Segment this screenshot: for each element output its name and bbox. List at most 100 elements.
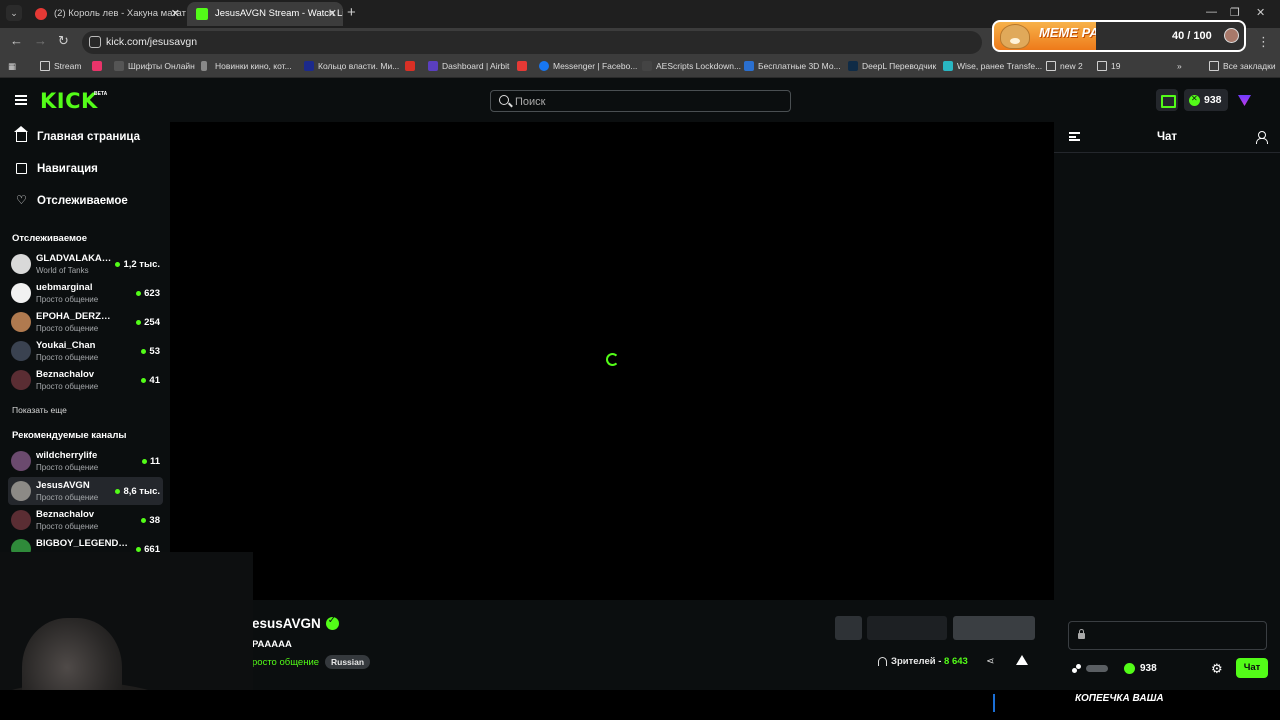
user-badge-icon[interactable]	[1238, 95, 1251, 106]
language-tag[interactable]: Russian	[325, 655, 371, 669]
back-arrow-icon[interactable]: ←	[10, 33, 23, 48]
channel-item[interactable]: wildcherrylife Просто общение 11	[8, 447, 163, 475]
streamer-name-text: esusAVGN	[252, 616, 321, 631]
placeholder-button[interactable]	[835, 616, 862, 640]
channel-item[interactable]: GLADVALAKASPWNZ World of Tanks 1,2 тыс.	[8, 250, 163, 278]
stream-category-link[interactable]: росто общение	[252, 657, 319, 668]
meme-party-widget[interactable]: MEME PARTY 40 / 100	[992, 20, 1246, 52]
avatar	[11, 341, 31, 361]
reload-icon[interactable]: ↻	[58, 33, 69, 49]
apps-grid-icon[interactable]: ▦	[8, 61, 16, 72]
bookmark-label: DeepL Переводчик	[862, 61, 937, 71]
bookmark-aescripts[interactable]: AEScripts Lockdown...	[642, 61, 741, 71]
avatar	[11, 510, 31, 530]
bookmark-icon-only[interactable]	[92, 61, 102, 73]
bookmark-favicon-icon	[848, 61, 858, 71]
bookmark-messenger[interactable]: Messenger | Facebo...	[539, 61, 637, 71]
placeholder-button[interactable]	[867, 616, 947, 640]
gear-icon[interactable]: ⚙	[1211, 661, 1223, 677]
bookmark-folder-19[interactable]: 19	[1097, 61, 1120, 71]
gmail-icon	[405, 61, 415, 71]
follow-button[interactable]	[953, 616, 1035, 640]
bookmark-3d-models[interactable]: Бесплатные 3D Мо...	[744, 61, 841, 71]
channel-name: JesusAVGN	[36, 480, 90, 491]
kick-logo[interactable]: KICK	[40, 89, 98, 113]
bookmark-stream[interactable]: Stream	[40, 61, 81, 71]
menu-icon[interactable]	[15, 95, 27, 105]
close-tab-icon[interactable]: ✕	[328, 2, 337, 26]
sidebar-item-following[interactable]: ♡ Отслеживаемое	[16, 191, 128, 211]
kicks-balance-button[interactable]: 938	[1184, 89, 1228, 111]
overlay-line	[993, 694, 995, 712]
close-window-icon[interactable]: ✕	[1256, 6, 1265, 19]
emote-icon[interactable]	[1072, 664, 1082, 674]
viewer-count: 254	[136, 317, 160, 328]
restore-icon[interactable]: ❐	[1230, 6, 1240, 19]
subscriptions-icon[interactable]	[1156, 89, 1178, 111]
channel-item[interactable]: Beznachalov Просто общение 41	[8, 366, 163, 394]
bookmark-youtube[interactable]	[517, 61, 527, 73]
channel-name: BIGBOY_LEGENDAA	[36, 538, 132, 549]
avatar	[11, 283, 31, 303]
report-icon[interactable]	[1016, 655, 1028, 665]
channel-name: Beznachalov	[36, 509, 95, 520]
bookmark-rings-of-power[interactable]: Кольцо власти. Ми...	[304, 61, 399, 71]
bookmark-deepl[interactable]: DeepL Переводчик	[848, 61, 936, 71]
bookmarks-overflow-icon[interactable]: »	[1177, 61, 1182, 71]
viewers-label: Зрителей -	[891, 656, 942, 667]
channel-item[interactable]: Youkai_Chan Просто общение 53	[8, 337, 163, 365]
share-icon[interactable]: ⋖	[986, 656, 994, 667]
video-player[interactable]	[170, 122, 1054, 600]
address-bar[interactable]: kick.com/jesusavgn	[82, 31, 982, 54]
minimize-icon[interactable]: —	[1206, 6, 1217, 18]
facebook-icon	[539, 61, 549, 71]
chat-input[interactable]	[1091, 628, 1261, 644]
bookmark-label: Wise, ранее Transfe...	[957, 61, 1043, 71]
close-tab-icon[interactable]: ✕	[171, 2, 180, 26]
forward-arrow-icon[interactable]: →	[34, 33, 47, 48]
search-input[interactable]	[515, 94, 775, 109]
bookmark-movies[interactable]: Новинки кино, кот...	[201, 61, 292, 71]
all-bookmarks[interactable]: Все закладки	[1209, 61, 1276, 71]
chat-kicks-balance[interactable]: 938	[1124, 663, 1157, 674]
channel-category: Просто общение	[36, 295, 99, 304]
browser-tab-kick[interactable]: JesusAVGN Stream - Watch Live ✕	[187, 2, 343, 26]
tab-search-icon[interactable]: ⌄	[6, 5, 22, 21]
folder-icon	[1097, 61, 1107, 71]
browser-menu-icon[interactable]: ⋮	[1257, 34, 1270, 50]
channel-item[interactable]: uebmarginal Просто общение 623	[8, 279, 163, 307]
bookmark-airbit[interactable]: Dashboard | Airbit	[428, 61, 509, 71]
bookmark-wise[interactable]: Wise, ранее Transfe...	[943, 61, 1042, 71]
channel-item[interactable]: Beznachalov Просто общение 38	[8, 506, 163, 534]
beta-badge: BETA	[94, 91, 108, 97]
chat-users-icon[interactable]	[1256, 131, 1268, 144]
bookmark-label: 19	[1111, 61, 1121, 71]
bookmark-folder-new2[interactable]: new 2	[1046, 61, 1083, 71]
viewer-count: 41	[141, 375, 160, 386]
viewer-count: 8,6 тыс.	[115, 486, 160, 497]
show-more-link[interactable]: Показать еще	[12, 405, 67, 415]
sidebar-item-browse[interactable]: Навигация	[16, 159, 98, 179]
channel-item[interactable]: EPOHA_DERZKIH Просто общение 254	[8, 308, 163, 336]
bookmark-favicon-icon	[92, 61, 102, 71]
doge-icon	[1000, 24, 1030, 49]
bookmark-fonts[interactable]: Шрифты Онлайн	[114, 61, 195, 71]
viewer-count: 11	[141, 456, 160, 467]
sidebar-item-home[interactable]: Главная страница	[14, 126, 140, 147]
bookmark-label: Шрифты Онлайн	[128, 61, 195, 71]
search-box[interactable]	[490, 90, 791, 112]
search-icon	[499, 95, 509, 105]
bookmark-gmail[interactable]	[405, 61, 415, 73]
browser-tab-youtube[interactable]: (2) Король лев - Хакуна матата ✕	[26, 2, 186, 26]
chat-input-box[interactable]	[1068, 621, 1267, 650]
streamer-name[interactable]: esusAVGN	[252, 615, 339, 631]
heart-icon: ♡	[16, 193, 27, 207]
bookmark-favicon-icon	[943, 61, 953, 71]
channel-item-active[interactable]: JesusAVGN Просто общение 8,6 тыс.	[8, 477, 163, 505]
chat-toggle[interactable]	[1086, 665, 1108, 672]
new-tab-icon[interactable]: +	[347, 4, 356, 21]
home-icon	[14, 126, 28, 142]
site-info-icon[interactable]	[89, 36, 101, 48]
chat-send-button[interactable]: Чат	[1236, 658, 1268, 678]
stream-title: РААААА	[252, 639, 292, 650]
